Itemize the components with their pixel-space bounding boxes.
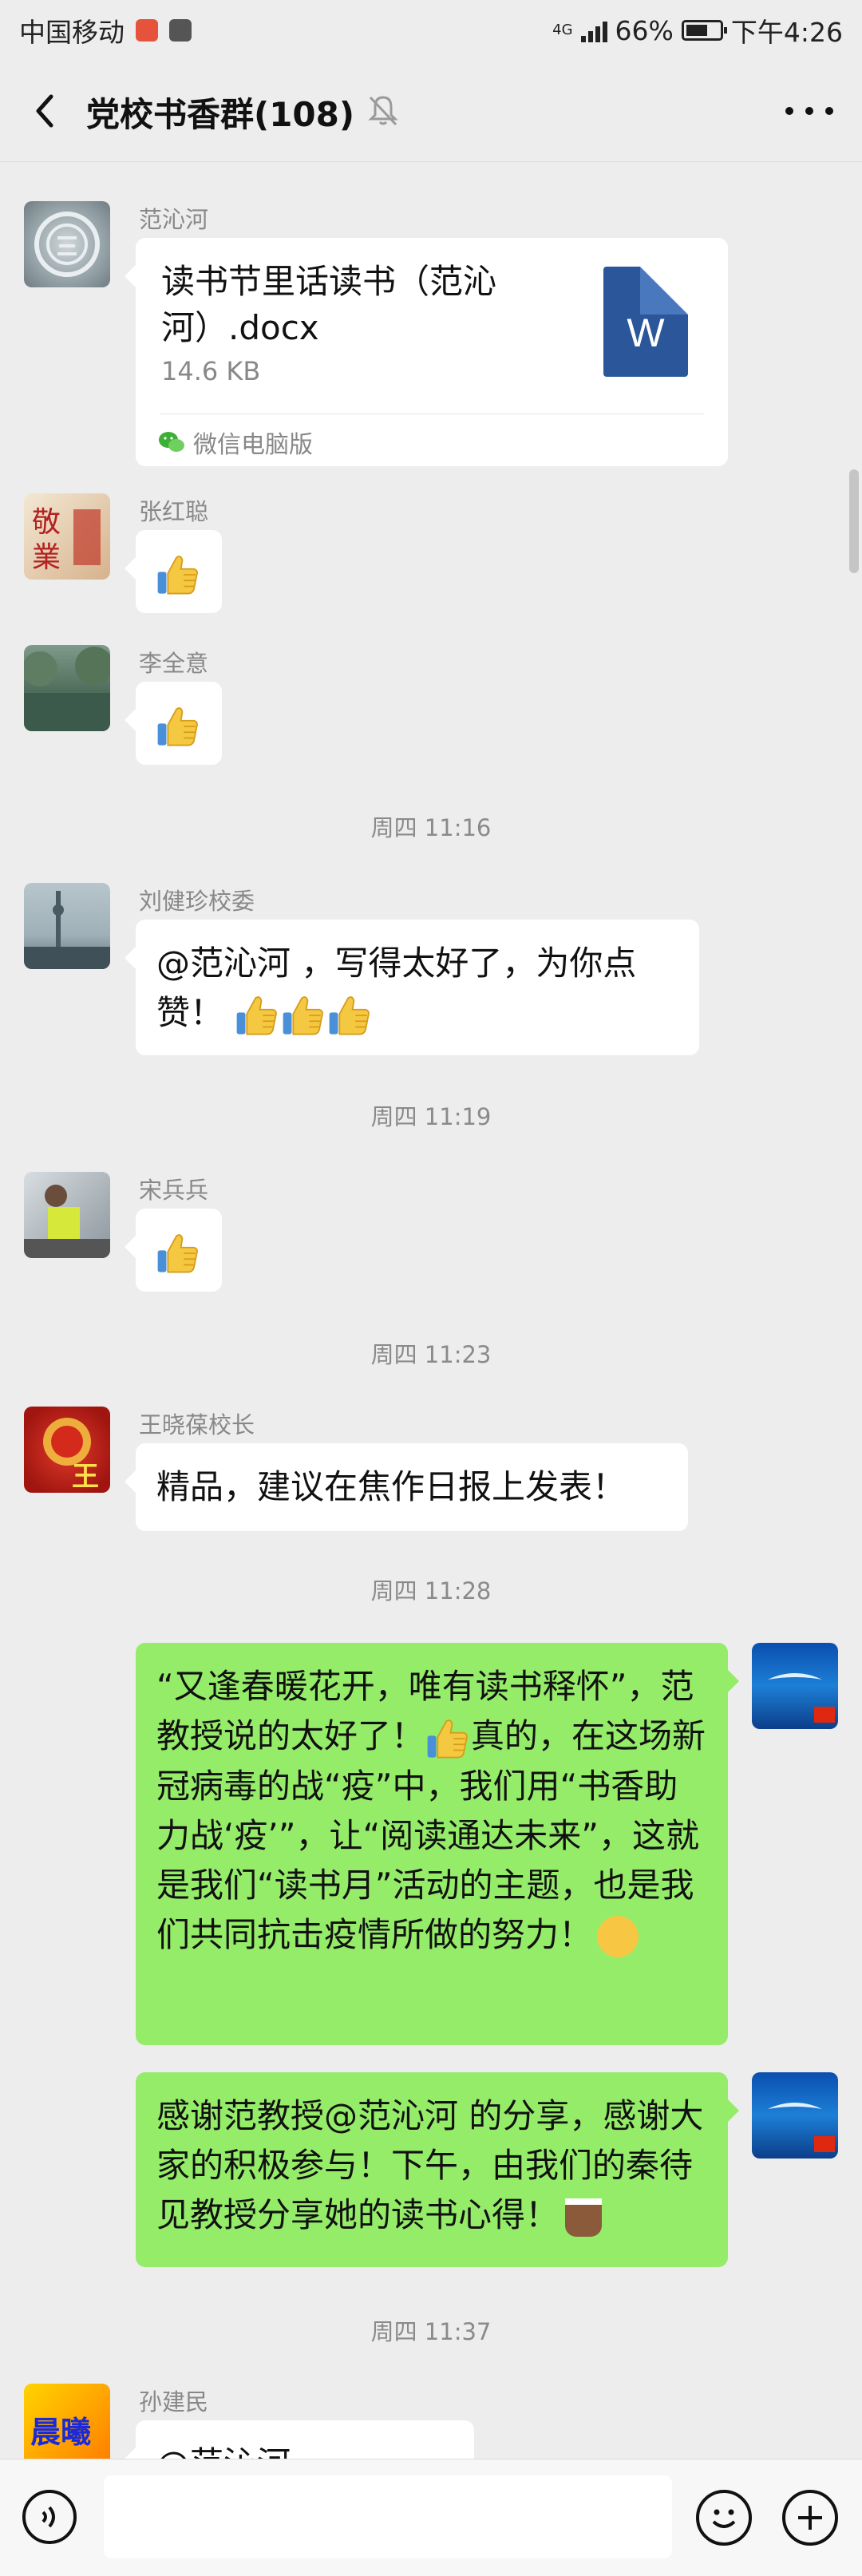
status-right: 4G 66% 下午4:26 — [552, 11, 843, 49]
thumbs-up-icon — [155, 1230, 201, 1276]
svg-text:業: 業 — [32, 541, 61, 574]
word-doc-letter: W — [627, 311, 665, 355]
sender-name: 李全意 — [139, 650, 209, 677]
self-bubble[interactable]: 感谢范教授@范沁河 的分享，感谢大家的积极参与！下午，由我们的秦待见教授分享她的… — [136, 2072, 739, 2267]
file-size: 14.6 KB — [161, 356, 261, 386]
text-bubble[interactable]: @范沁河 ，写得太好了，为你点赞！ — [125, 920, 699, 1055]
network-label: 4G — [552, 22, 573, 38]
chat-title: 党校书香群(108) — [86, 95, 355, 134]
voice-icon[interactable] — [22, 2490, 77, 2544]
sender-name: 张红聪 — [139, 498, 209, 525]
avatar-text: 晨曦 — [30, 2415, 92, 2450]
emoji-bubble[interactable] — [125, 1209, 222, 1292]
message-self: “又逢春暖花开，唯有读书释怀”，范教授说的太好了！ 真的，在这场新冠病毒的战“疫”… — [0, 1643, 862, 2050]
thumbs-up-icon — [326, 992, 373, 1039]
file-card[interactable]: 读书节里话读书（范沁河）.docx 14.6 KB W 微信电脑版 — [125, 238, 728, 466]
thumbs-up-icon — [155, 703, 201, 750]
signal-icon — [580, 18, 607, 42]
emoji-icon[interactable] — [696, 2490, 752, 2546]
message-text: 精品，建议在焦作日报上发表！ — [156, 1467, 627, 1506]
avatar[interactable]: 敬業 — [24, 493, 110, 580]
thumbs-up-icon — [234, 992, 280, 1039]
wechat-icon — [159, 432, 184, 452]
svg-text:敬: 敬 — [32, 506, 61, 539]
notification-icon — [136, 19, 158, 42]
avatar-text: 王 — [72, 1461, 99, 1493]
bell-off-icon — [368, 96, 398, 126]
battery-percent: 66% — [615, 14, 674, 46]
message-text: 晨曦 孙建民 @范沁河 — [0, 2384, 862, 2508]
timestamp: 周四 11:23 — [370, 1341, 492, 1368]
timestamp: 周四 11:16 — [370, 814, 492, 841]
thumbs-up-icon — [425, 1715, 471, 1762]
chevron-left-icon[interactable] — [24, 87, 72, 135]
message-emoji: 李全意 — [0, 645, 862, 765]
text-bubble[interactable]: 精品，建议在焦作日报上发表！ — [125, 1443, 688, 1531]
sender-name: 王晓葆校长 — [139, 1411, 255, 1438]
avatar[interactable]: 晨曦 — [24, 2384, 110, 2470]
battery-icon — [681, 20, 727, 41]
avatar[interactable] — [752, 2072, 838, 2159]
thumbs-up-icon — [280, 992, 326, 1039]
word-doc-icon: W — [603, 267, 688, 377]
sender-name: 孙建民 — [139, 2388, 209, 2416]
sender-name: 宋兵兵 — [139, 1177, 209, 1204]
status-bar: 中国移动 4G 66% 下午4:26 — [0, 0, 862, 61]
app-notification-icon — [169, 19, 192, 42]
sender-name: 范沁河 — [139, 206, 209, 233]
timestamp: 周四 11:19 — [370, 1103, 492, 1130]
sender-name: 刘健珍校委 — [139, 888, 255, 915]
plus-icon[interactable] — [782, 2490, 838, 2546]
shush-emoji-icon — [597, 1916, 639, 1957]
thumbs-up-icon — [155, 552, 201, 598]
message-input[interactable] — [104, 2475, 672, 2558]
clock: 下午4:26 — [730, 17, 843, 48]
self-bubble[interactable]: “又逢春暖花开，唯有读书释怀”，范教授说的太好了！ 真的，在这场新冠病毒的战“疫”… — [136, 1643, 739, 2045]
message-text: 王 王晓葆校长 精品，建议在焦作日报上发表！ — [0, 1407, 862, 1534]
message-text: @范沁河 ，写得太好了，为你点赞！ — [156, 944, 637, 1032]
input-bar — [0, 2459, 862, 2576]
file-name: 读书节里话读书（范沁河）.docx — [161, 262, 497, 347]
carrier-label: 中国移动 — [19, 17, 125, 48]
avatar[interactable] — [24, 883, 110, 969]
message-text: 感谢范教授@范沁河 的分享，感谢大家的积极参与！下午，由我们的秦待见教授分享她的… — [156, 2096, 704, 2234]
message-emoji: 敬業 张红聪 — [0, 493, 862, 613]
avatar[interactable]: 王 — [24, 1407, 110, 1493]
file-source: 微信电脑版 — [158, 425, 313, 460]
avatar[interactable] — [24, 645, 110, 731]
emoji-bubble[interactable] — [125, 682, 222, 765]
timestamp: 周四 11:37 — [370, 2318, 492, 2345]
avatar[interactable] — [24, 201, 110, 287]
status-left: 中国移动 — [19, 11, 192, 49]
more-dots-icon[interactable] — [785, 91, 833, 131]
avatar[interactable] — [752, 1643, 838, 1729]
emoji-bubble[interactable] — [125, 530, 222, 613]
chat-header: 党校书香群(108) — [0, 61, 862, 162]
timestamp: 周四 11:28 — [370, 1577, 492, 1605]
message-self: 感谢范教授@范沁河 的分享，感谢大家的积极参与！下午，由我们的秦待见教授分享她的… — [0, 2072, 862, 2272]
file-source-label: 微信电脑版 — [193, 431, 313, 459]
scrollbar[interactable] — [849, 469, 859, 573]
message-emoji: 宋兵兵 — [0, 1172, 862, 1292]
message-text: 刘健珍校委 @范沁河 ，写得太好了，为你点赞！ — [0, 883, 862, 1058]
coffee-emoji-icon — [565, 2198, 603, 2237]
avatar[interactable] — [24, 1172, 110, 1258]
